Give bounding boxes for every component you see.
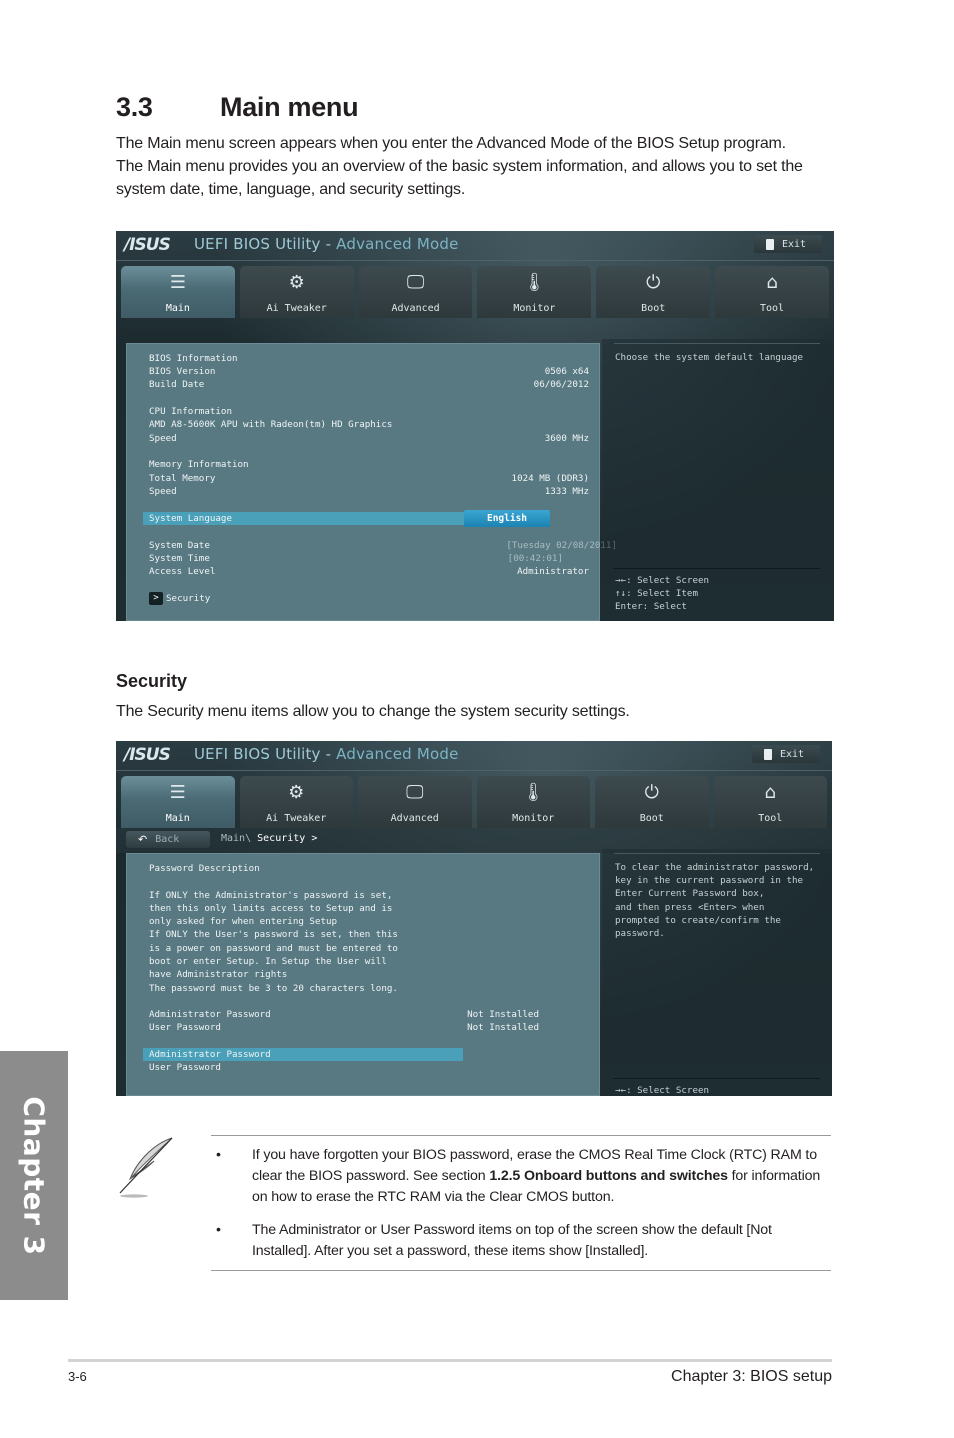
- memory-info-header: Memory Information: [149, 459, 249, 470]
- exit-door-icon: [766, 238, 774, 250]
- language-select[interactable]: English: [464, 510, 550, 527]
- exit-button[interactable]: Exit: [752, 745, 820, 763]
- security-description: The Security menu items allow you to cha…: [116, 703, 630, 720]
- cpu-info-header: CPU Information: [149, 406, 232, 417]
- note-top-divider: [211, 1135, 831, 1136]
- tweaker-icon: ⚙: [288, 782, 305, 803]
- note-bottom-divider: [211, 1270, 831, 1271]
- section-heading: Main menu: [220, 92, 359, 122]
- breadcrumb: Main\ Security >: [221, 833, 317, 844]
- bios-tab-bar: ☰ Main ⚙ Ai Tweaker 🖵 Advanced 🌡 Monitor ⏻ Bo…: [121, 266, 829, 318]
- tab-boot[interactable]: ⏻ Boot: [595, 776, 709, 828]
- administrator-password-item[interactable]: Administrator Password: [143, 1048, 463, 1061]
- breadcrumb-current: Security >: [257, 833, 318, 844]
- access-level-row: Access Level Administrator: [149, 566, 589, 577]
- total-memory-row: Total Memory 1024 MB (DDR3): [149, 473, 589, 484]
- help-panel: Choose the system default language →←: S…: [602, 339, 832, 621]
- toolbox-icon: ⌂: [766, 272, 778, 293]
- key-hints: →←: Select Screen ↑↓: Select Item Enter:…: [613, 568, 824, 614]
- system-time-row[interactable]: System Time [00:42:01]: [149, 552, 589, 565]
- bios-version-row: BIOS Version 0506 x64: [149, 366, 589, 377]
- bios-app-title: UEFI BIOS Utility - Advanced Mode: [194, 235, 459, 253]
- breadcrumb-parent[interactable]: Main\: [221, 833, 251, 844]
- asus-logo: /ISUS: [124, 745, 171, 765]
- bios-app-title: UEFI BIOS Utility - Advanced Mode: [194, 745, 459, 763]
- back-button[interactable]: ↶ Back: [126, 831, 210, 848]
- note-feather-icon: [119, 1137, 173, 1198]
- admin-password-status-row: Administrator Password Not Installed: [149, 1009, 539, 1020]
- toolbox-icon: ⌂: [764, 782, 776, 803]
- build-date-row: Build Date 06/06/2012: [149, 379, 589, 390]
- intro-paragraph: The Main menu screen appears when you en…: [116, 135, 803, 198]
- tab-monitor[interactable]: 🌡 Monitor: [477, 266, 592, 318]
- note-item-1: • If you have forgotten your BIOS passwo…: [216, 1147, 821, 1205]
- list-icon: ☰: [169, 272, 186, 293]
- monitor-icon: 🌡: [521, 782, 545, 803]
- chapter-side-tab: Chapter 3: [0, 1051, 68, 1300]
- bios-title-bar: /ISUS UEFI BIOS Utility - Advanced Mode …: [116, 231, 834, 261]
- tab-monitor[interactable]: 🌡 Monitor: [476, 776, 590, 828]
- tab-main[interactable]: ☰ Main: [121, 266, 235, 318]
- bios-security-screenshot: /ISUS UEFI BIOS Utility - Advanced Mode …: [116, 741, 832, 1096]
- tab-boot[interactable]: ⏻ Boot: [596, 266, 711, 318]
- list-icon: ☰: [169, 782, 186, 803]
- user-password-item[interactable]: User Password: [149, 1061, 589, 1074]
- bios-main-screenshot: /ISUS UEFI BIOS Utility - Advanced Mode …: [116, 231, 834, 621]
- bios-tab-bar: ☰ Main ⚙ Ai Tweaker 🖵 Advanced 🌡 Monitor ⏻ Bo…: [121, 776, 827, 828]
- tweaker-icon: ⚙: [288, 272, 305, 293]
- tab-ai-tweaker[interactable]: ⚙ Ai Tweaker: [239, 776, 353, 828]
- bios-info-header: BIOS Information: [149, 353, 238, 364]
- security-settings-panel: Password Description If ONLY the Adminis…: [126, 853, 600, 1096]
- section-number: 3.3: [116, 92, 153, 122]
- section-reference: 1.2.5 Onboard buttons and switches: [489, 1168, 728, 1184]
- security-heading: Security: [116, 671, 188, 691]
- user-password-status-row: User Password Not Installed: [149, 1022, 539, 1033]
- key-hints: →←: Select Screen: [613, 1078, 824, 1096]
- cpu-speed-row: Speed 3600 MHz: [149, 433, 589, 444]
- system-date-row[interactable]: System Date [Tuesday 02/08/2011]: [149, 539, 617, 552]
- footer-divider: [68, 1359, 832, 1362]
- power-icon: ⏻: [644, 782, 659, 803]
- back-arrow-icon: ↶: [138, 833, 148, 846]
- system-language-row[interactable]: System Language: [143, 512, 473, 525]
- tab-main[interactable]: ☰ Main: [121, 776, 235, 828]
- main-settings-panel: BIOS Information BIOS Version 0506 x64 Bu…: [126, 343, 617, 621]
- tab-advanced[interactable]: 🖵 Advanced: [358, 776, 472, 828]
- footer-chapter-title: Chapter 3: BIOS setup: [671, 1368, 832, 1385]
- page-number: 3-6: [68, 1369, 87, 1384]
- tab-ai-tweaker[interactable]: ⚙ Ai Tweaker: [239, 266, 354, 318]
- note-item-2: • The Administrator or User Password ite…: [216, 1222, 772, 1259]
- cpu-name-row: AMD A8-5600K APU with Radeon(tm) HD Grap…: [149, 419, 393, 430]
- advanced-icon: 🖵: [406, 782, 424, 803]
- help-text: Choose the system default language: [615, 352, 804, 363]
- tab-tool[interactable]: ⌂ Tool: [715, 266, 829, 318]
- exit-button[interactable]: Exit: [754, 235, 822, 253]
- tab-advanced[interactable]: 🖵 Advanced: [358, 266, 473, 318]
- chevron-right-icon: >: [149, 592, 163, 605]
- memory-speed-row: Speed 1333 MHz: [149, 486, 589, 497]
- monitor-icon: 🌡: [522, 272, 546, 293]
- help-text: To clear the administrator password, key…: [615, 862, 815, 940]
- bios-title-bar: /ISUS UEFI BIOS Utility - Advanced Mode …: [116, 741, 832, 771]
- exit-door-icon: [764, 748, 772, 760]
- power-icon: ⏻: [646, 272, 661, 293]
- security-menu-link[interactable]: > Security: [149, 592, 210, 605]
- help-panel: To clear the administrator password, key…: [602, 849, 832, 1096]
- asus-logo: /ISUS: [124, 235, 171, 255]
- password-description: Password Description If ONLY the Adminis…: [149, 863, 398, 994]
- tab-tool[interactable]: ⌂ Tool: [713, 776, 827, 828]
- section-title: 3.3 Main menu: [116, 92, 359, 123]
- advanced-icon: 🖵: [406, 272, 425, 293]
